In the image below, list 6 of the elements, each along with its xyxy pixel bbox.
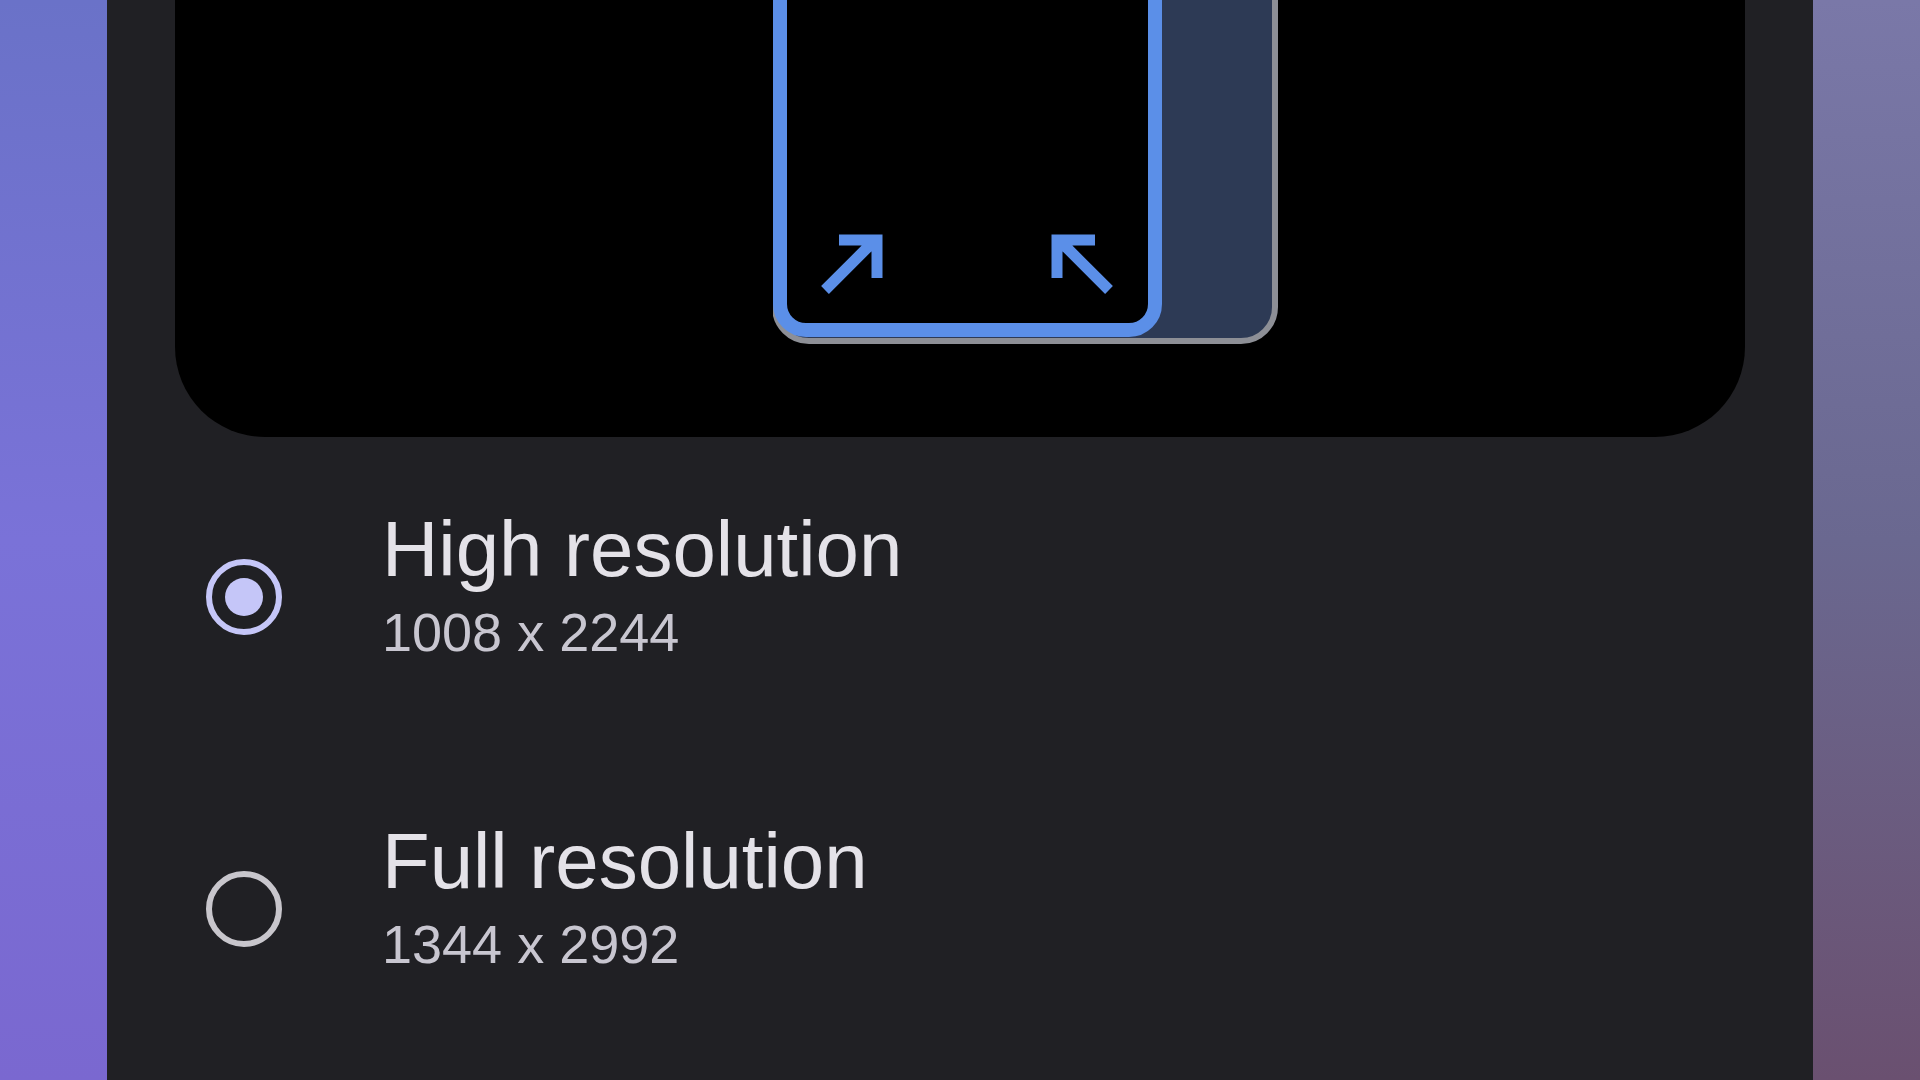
radio-button[interactable] [206,559,282,635]
radio-button[interactable] [206,871,282,947]
option-subtitle: 1344 x 2992 [382,913,681,976]
option-title: High resolution [382,504,903,595]
option-title: Full resolution [382,816,868,907]
option-subtitle: 1008 x 2244 [382,601,681,664]
